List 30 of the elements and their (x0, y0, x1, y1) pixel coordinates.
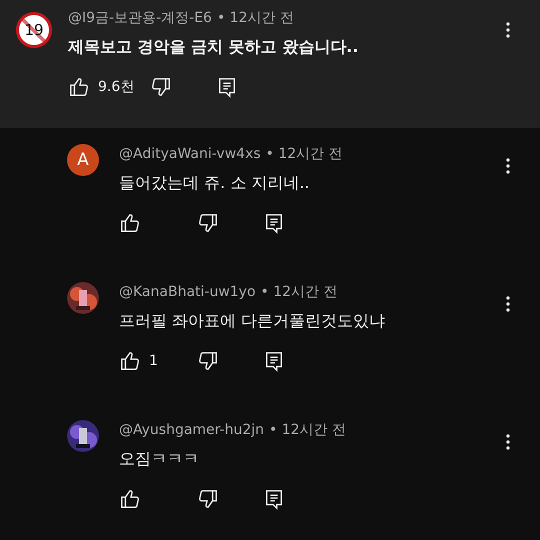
more-options-icon[interactable] (506, 158, 510, 174)
like-icon[interactable] (119, 350, 141, 372)
dislike-icon[interactable] (150, 76, 172, 98)
comment-text: 오짐ㅋㅋㅋ (119, 449, 200, 469)
like-icon[interactable] (119, 212, 141, 234)
author-name[interactable]: @KanaBhati-uw1yo (119, 284, 256, 300)
timestamp: • 12시간 전 (260, 283, 338, 301)
comment-text: 들어갔는데 쥬. 소 지리네.. (119, 173, 311, 193)
comment-text: 프러필 좌아표에 다른거풀린것도있냐 (119, 311, 386, 331)
like-count: 9.6천 (98, 78, 134, 96)
more-options-icon[interactable] (506, 296, 510, 312)
like-count: 1 (149, 353, 158, 369)
dislike-icon[interactable] (197, 350, 219, 372)
timestamp: • 12시간 전 (216, 9, 294, 27)
comment-text: 제목보고 경악을 금치 못하고 왔습니다.. (68, 37, 360, 57)
avatar[interactable]: A (67, 144, 99, 176)
dislike-icon[interactable] (197, 212, 219, 234)
reply-icon[interactable] (263, 350, 285, 372)
timestamp: • 12시간 전 (269, 421, 346, 439)
reply-icon[interactable] (263, 488, 285, 510)
author-name[interactable]: @I9금-보관용-계정-E6 (68, 9, 212, 27)
author-name[interactable]: @AdityaWani-vw4xs (119, 146, 261, 162)
author-name[interactable]: @Ayushgamer-hu2jn (119, 422, 264, 438)
reply-icon[interactable] (263, 212, 285, 234)
timestamp: • 12시간 전 (266, 145, 343, 163)
like-icon[interactable] (119, 488, 141, 510)
more-options-icon[interactable] (506, 22, 510, 38)
dislike-icon[interactable] (197, 488, 219, 510)
more-options-icon[interactable] (506, 434, 510, 450)
like-icon[interactable] (68, 76, 90, 98)
